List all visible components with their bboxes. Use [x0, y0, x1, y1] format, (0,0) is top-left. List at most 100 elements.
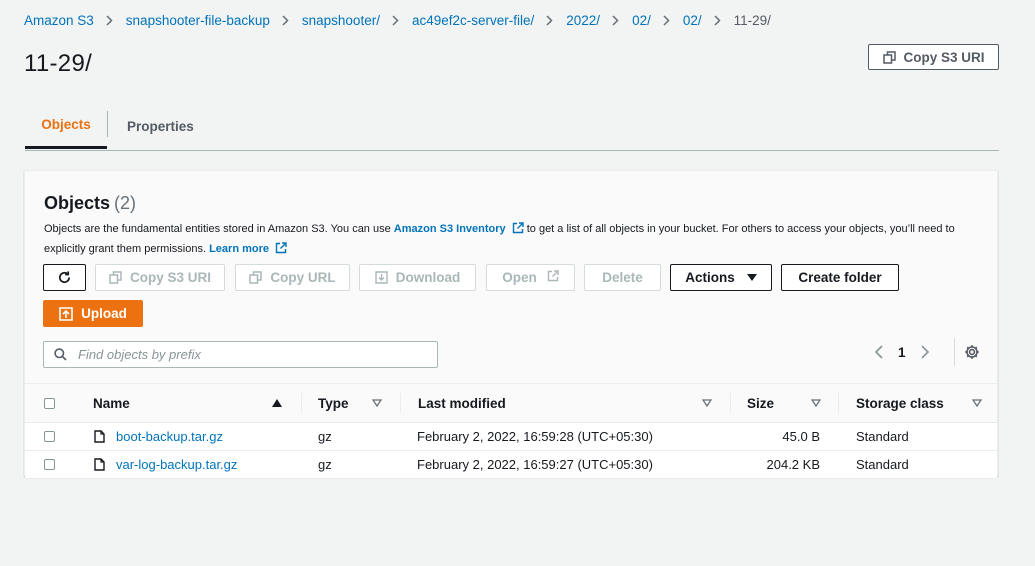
sort-icon[interactable] [972, 384, 982, 422]
page-number[interactable]: 1 [898, 345, 906, 360]
row-checkbox[interactable] [44, 431, 55, 442]
create-folder-button[interactable]: Create folder [781, 264, 899, 291]
chevron-right-icon [282, 14, 289, 26]
tab-objects[interactable]: Objects [25, 103, 107, 149]
open-button[interactable]: Open [486, 264, 575, 291]
search-icon [54, 348, 67, 361]
page-title: 11-29/ [24, 50, 93, 77]
next-page-button[interactable] [914, 341, 936, 363]
tab-divider [107, 111, 108, 137]
breadcrumb-link-folder[interactable]: snapshooter/ [302, 13, 380, 28]
object-type: gz [318, 429, 332, 444]
objects-panel: Objects (2) Objects are the fundamental e… [24, 170, 998, 479]
copy-s3-uri-button[interactable]: Copy S3 URI [868, 44, 999, 70]
column-divider [301, 393, 302, 413]
column-header-type[interactable]: Type [318, 384, 349, 422]
object-size: 204.2 KB [766, 457, 821, 472]
panel-description: Objects are the fundamental entities sto… [44, 220, 974, 260]
open-label: Open [502, 270, 537, 285]
copy-s3-uri-toolbar-label: Copy S3 URI [130, 270, 212, 285]
copy-s3-uri-label: Copy S3 URI [903, 49, 985, 65]
select-all-checkbox[interactable] [44, 397, 55, 409]
breadcrumb-link-folder[interactable]: ac49ef2c-server-file/ [412, 13, 534, 28]
search-field[interactable] [43, 341, 438, 368]
copy-s3-uri-toolbar-button[interactable]: Copy S3 URI [95, 264, 225, 291]
gear-icon[interactable] [961, 341, 983, 363]
copy-icon [249, 271, 263, 284]
desc-text-1: Objects are the fundamental entities sto… [44, 223, 391, 235]
file-icon [94, 451, 105, 478]
tab-list: Objects Properties [25, 103, 999, 151]
column-divider [838, 393, 839, 413]
external-link-icon [275, 242, 287, 260]
actions-label: Actions [685, 270, 735, 285]
object-storage-class: Standard [856, 457, 909, 472]
chevron-right-icon [546, 14, 553, 26]
inventory-link[interactable]: Amazon S3 Inventory [394, 223, 506, 235]
column-header-last-modified[interactable]: Last modified [418, 384, 506, 422]
object-size: 45.0 B [782, 429, 820, 444]
table-row[interactable]: var-log-backup.tar.gz gz February 2, 202… [25, 451, 997, 479]
sort-icon[interactable] [702, 384, 712, 422]
pagination: 1 [868, 338, 955, 366]
refresh-icon [57, 270, 72, 285]
column-divider [400, 393, 401, 413]
column-header-storage-class[interactable]: Storage class [856, 384, 944, 422]
file-icon [94, 423, 105, 450]
copy-icon [109, 271, 122, 284]
breadcrumb-link-folder[interactable]: 2022/ [566, 13, 600, 28]
copy-url-label: Copy URL [270, 270, 336, 285]
download-label: Download [395, 270, 461, 285]
tab-properties[interactable]: Properties [127, 103, 194, 149]
learn-more-link[interactable]: Learn more [209, 243, 269, 255]
breadcrumb-link-bucket[interactable]: snapshooter-file-backup [126, 13, 270, 28]
object-name-link[interactable]: var-log-backup.tar.gz [116, 451, 237, 478]
chevron-right-icon [612, 14, 619, 26]
previous-page-button[interactable] [868, 341, 890, 363]
breadcrumb-link-folder[interactable]: 02/ [632, 13, 651, 28]
chevron-right-icon [663, 14, 670, 26]
delete-label: Delete [602, 270, 643, 285]
copy-url-button[interactable]: Copy URL [235, 264, 350, 291]
sort-icon[interactable] [372, 384, 382, 422]
panel-title: Objects (2) [44, 193, 136, 214]
chevron-right-icon [106, 14, 113, 26]
column-divider [730, 393, 731, 413]
delete-button[interactable]: Delete [584, 264, 661, 291]
breadcrumb-link-amazon-s3[interactable]: Amazon S3 [24, 13, 94, 28]
row-checkbox[interactable] [44, 459, 55, 470]
object-count: (2) [114, 193, 137, 213]
refresh-button[interactable] [43, 264, 86, 291]
object-type: gz [318, 457, 332, 472]
breadcrumb: Amazon S3 snapshooter-file-backup snapsh… [24, 11, 771, 29]
object-last-modified: February 2, 2022, 16:59:27 (UTC+05:30) [417, 457, 653, 472]
pagination-divider [953, 338, 955, 366]
sort-icon[interactable] [811, 384, 821, 422]
actions-dropdown[interactable]: Actions [670, 264, 772, 291]
table-row[interactable]: boot-backup.tar.gz gz February 2, 2022, … [25, 423, 997, 451]
download-icon [375, 271, 388, 284]
create-folder-label: Create folder [798, 270, 882, 285]
upload-button[interactable]: Upload [43, 300, 143, 327]
external-link-icon [512, 222, 524, 240]
object-storage-class: Standard [856, 429, 909, 444]
breadcrumb-current: 11-29/ [733, 12, 771, 28]
search-input[interactable] [76, 346, 420, 363]
caret-down-icon [746, 274, 757, 281]
column-header-size[interactable]: Size [747, 384, 774, 422]
chevron-right-icon [714, 14, 721, 26]
table-header: Name Type Last modified Size Storage cla… [25, 383, 997, 423]
download-button[interactable]: Download [359, 264, 476, 291]
chevron-right-icon [392, 14, 399, 26]
breadcrumb-link-folder[interactable]: 02/ [683, 13, 702, 28]
upload-icon [59, 306, 73, 321]
sort-ascending-icon[interactable] [272, 384, 282, 422]
upload-label: Upload [81, 306, 127, 321]
object-last-modified: February 2, 2022, 16:59:28 (UTC+05:30) [417, 429, 653, 444]
panel-title-text: Objects [44, 193, 111, 213]
object-name-link[interactable]: boot-backup.tar.gz [116, 423, 223, 450]
objects-table: Name Type Last modified Size Storage cla… [25, 383, 997, 479]
external-link-icon [547, 270, 559, 285]
column-header-name[interactable]: Name [93, 384, 130, 422]
copy-icon [882, 50, 896, 64]
